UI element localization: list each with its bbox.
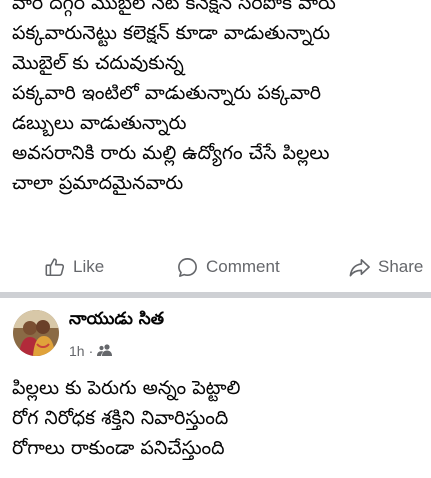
post-text-line: డబ్బులు వాడుతున్నారు [12,112,187,134]
post-action-bar: Like Comment Share [0,252,431,282]
like-button[interactable]: Like [44,252,104,282]
post-text-line: చాలా ప్రమాదమైనవారు [12,172,184,194]
comment-button[interactable]: Comment [176,252,280,282]
post-text-line: వారి దగ్గర మొబైల్ నెట్ కనెక్షన్ సరిపోక వ… [12,0,336,14]
share-button[interactable]: Share [348,252,423,282]
post-timestamp[interactable]: 1h [69,343,85,359]
post-text-line: పక్కవారునెట్టు కలెక్షన్ కూడా వాడుతున్నార… [12,22,331,44]
share-icon [348,256,371,279]
post-text-line: మొబైల్ కు చదువుకున్న [12,52,184,74]
like-icon [44,256,66,278]
post-text-line: పక్కవారి ఇంటిలో వాడుతున్నారు పక్కవారి [12,82,322,104]
post-text: వారి దగ్గర మొబైల్ నెట్ కనెక్షన్ సరిపోక వ… [12,0,431,198]
comment-label: Comment [206,257,280,276]
post-text: పిల్లలు కు పెరుగు అన్నం పెట్టాలి రోగ నిర… [12,373,431,463]
post-text-line: రోగ నిరోధక శక్తిని నివారిస్తుంది [12,407,229,429]
friends-icon [97,343,113,359]
meta-separator: · [88,343,94,359]
share-label: Share [378,257,424,276]
post-text-line: రోగాలు రాకుండా పనిచేస్తుంది [12,437,225,459]
avatar[interactable] [13,310,59,356]
post-text-line: పిల్లలు కు పెరుగు అన్నం పెట్టాలి [12,377,241,399]
feed-divider [0,292,431,298]
like-label: Like [73,257,105,276]
comment-icon [176,256,199,279]
post-text-line: అవసరానికి రారు మల్లి ఉద్యోగం చేసే పిల్లల… [12,142,330,164]
post-author-name[interactable]: నాయుడు సిత [69,309,164,333]
post-meta: 1h · [69,341,113,361]
